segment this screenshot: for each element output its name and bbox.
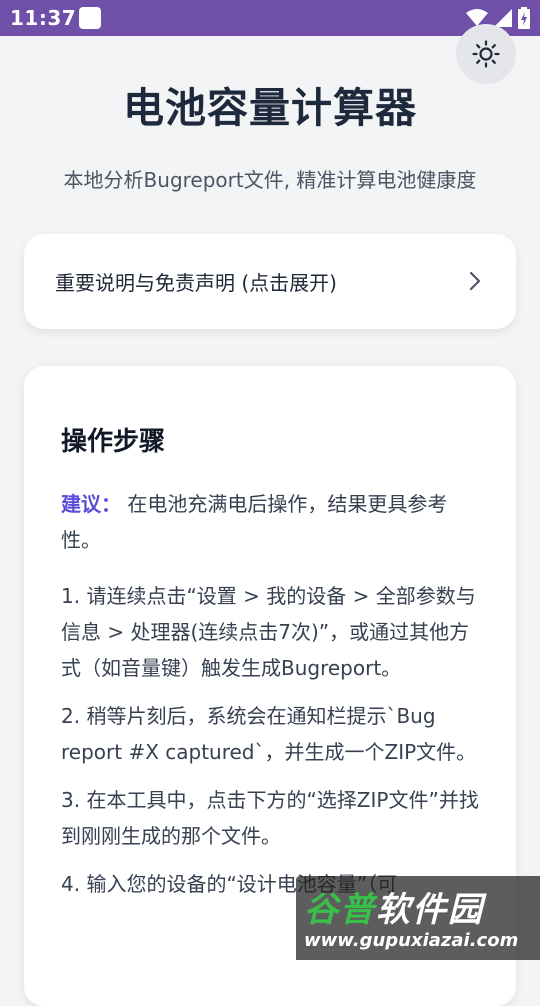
watermark-title-part2: 软件园 — [376, 890, 484, 930]
watermark-title: 谷普软件园 — [304, 882, 484, 931]
watermark-logo: 谷普软件园 www.gupuxiazai.com — [296, 876, 540, 960]
steps-content: 操作步骤 建议： 在电池充满电后操作，结果更具参考性。 1. 请连续点击“设置 … — [61, 422, 481, 914]
chevron-right-icon — [469, 271, 481, 291]
step-item: 2. 稍等片刻后，系统会在通知栏提示`Bug report #X capture… — [61, 704, 477, 764]
page-subtitle: 本地分析Bugreport文件, 精准计算电池健康度 — [63, 168, 477, 192]
disclaimer-expander[interactable]: 重要说明与免责声明 (点击展开) — [24, 234, 516, 329]
watermark-title-part1: 谷普 — [304, 890, 376, 930]
disclaimer-label: 重要说明与免责声明 (点击展开) — [55, 271, 337, 295]
step-item: 3. 在本工具中，点击下方的“选择ZIP文件”并找到刚刚生成的那个文件。 — [61, 788, 479, 848]
notification-app-icon — [79, 7, 101, 29]
status-time: 11:37 — [10, 6, 77, 30]
step-item: 1. 请连续点击“设置 > 我的设备 > 全部参数与信息 > 处理器(连续点击7… — [61, 584, 476, 680]
advice-paragraph: 建议： 在电池充满电后操作，结果更具参考性。 — [61, 486, 481, 558]
steps-title: 操作步骤 — [61, 427, 166, 457]
cellular-signal-icon — [494, 9, 512, 27]
status-bar: 11:37 — [0, 0, 540, 36]
advice-label: 建议： — [61, 492, 121, 516]
page-title: 电池容量计算器 — [123, 84, 417, 132]
battery-icon — [518, 7, 530, 29]
watermark-url: www.gupuxiazai.com — [304, 930, 519, 951]
sun-icon — [472, 40, 500, 68]
